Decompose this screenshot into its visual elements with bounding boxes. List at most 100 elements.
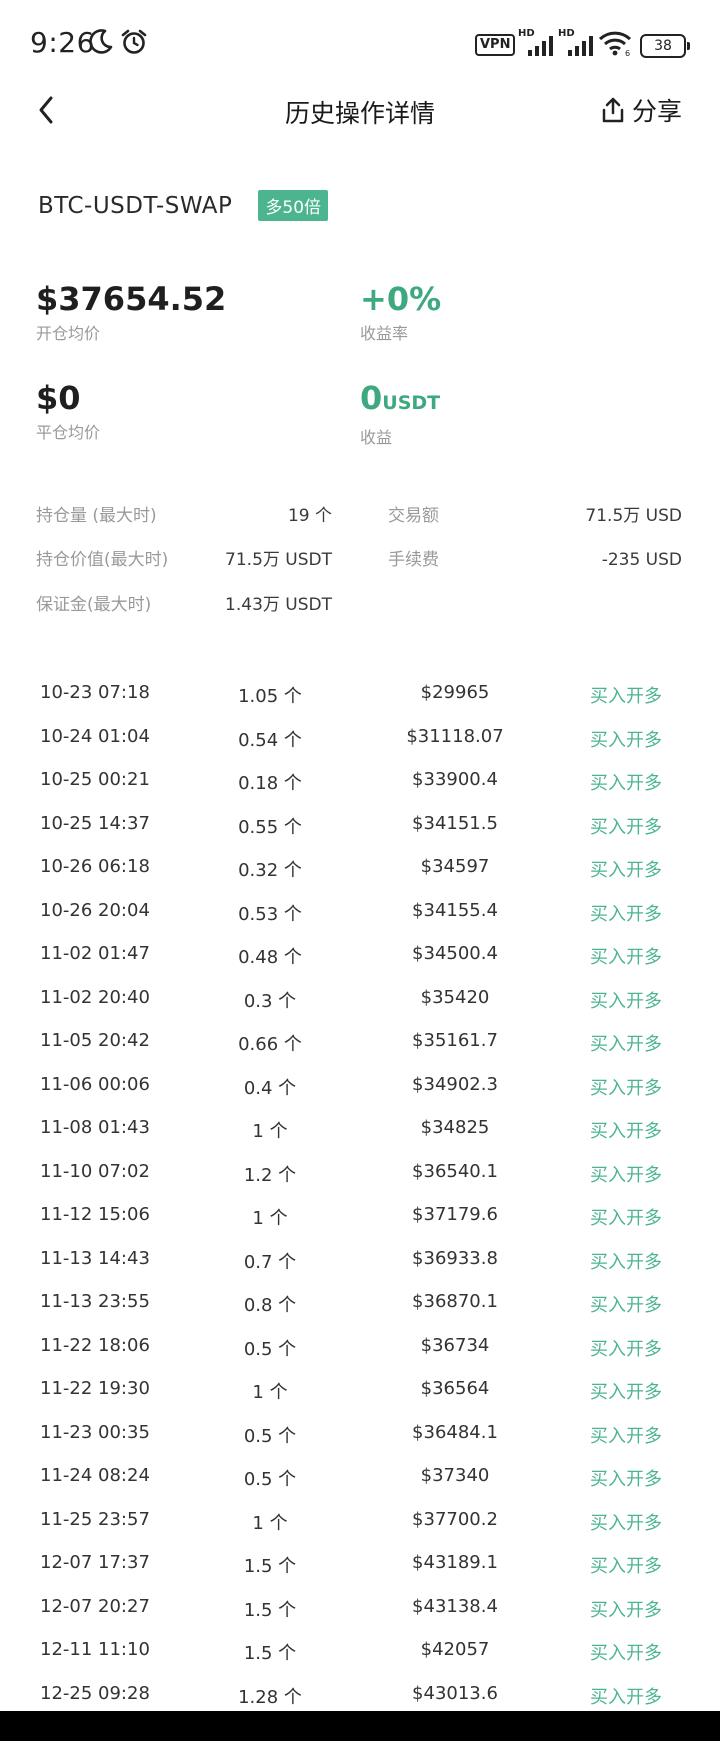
leverage-badge: 多50倍 [258,190,329,221]
record-price: $35161.7 [412,1030,498,1051]
table-row: 10-25 14:37 0.55 个 $34151.5 买入开多 [0,805,720,849]
record-action: 买入开多 [590,816,662,838]
record-time: 11-13 23:55 [40,1291,150,1312]
share-icon [602,97,624,123]
record-price: $34500.4 [412,943,498,964]
stat-value: 71.5万 USDT [225,550,332,570]
pnl-value: 0USDT [360,379,440,422]
record-price: $43013.6 [412,1682,498,1704]
table-row: 10-26 06:18 0.32 个 $34597 买入开多 [0,848,720,892]
avg-open-price-value: $37654.52 [36,280,227,318]
record-price: $36540.1 [412,1160,498,1182]
record-time: 10-25 14:37 [40,812,150,834]
table-row: 10-24 01:04 0.54 个 $31118.07 买入开多 [0,718,720,762]
pnl: 0USDT 收益 [360,379,440,448]
table-row: 11-02 01:47 0.48 个 $34500.4 买入开多 [0,935,720,979]
share-label: 分享 [631,97,682,126]
record-quantity: 1.5 个 [243,1556,297,1577]
record-quantity: 1.05 个 [238,686,302,707]
share-button[interactable]: 分享 [600,92,682,128]
record-quantity: 0.5 个 [243,1425,297,1447]
record-price: $35420 [420,986,490,1008]
table-row: 11-23 00:35 0.5 个 $36484.1 买入开多 [0,1414,720,1458]
record-time: 10-25 00:21 [40,769,150,790]
record-action: 买入开多 [590,990,662,1012]
record-action: 买入开多 [590,1034,662,1055]
table-row: 10-26 20:04 0.53 个 $34155.4 买入开多 [0,892,720,936]
record-price: $29965 [420,682,490,703]
record-time: 11-02 20:40 [40,986,150,1008]
record-action: 买入开多 [590,1077,662,1099]
record-price: $36564 [420,1378,490,1399]
stat-value: 19 个 [287,506,332,526]
table-row: 11-10 07:02 1.2 个 $36540.1 买入开多 [0,1153,720,1197]
record-time: 11-06 00:06 [40,1073,150,1095]
record-price: $36933.8 [412,1247,498,1269]
record-time: 10-26 20:04 [40,899,150,921]
vpn-badge: VPN [475,34,516,56]
record-quantity: 0.8 个 [243,1295,297,1316]
record-action: 买入开多 [590,1382,662,1403]
record-price: $36734 [420,1334,490,1356]
table-row: 12-11 11:10 1.5 个 $42057 买入开多 [0,1631,720,1675]
record-time: 10-24 01:04 [40,725,150,747]
record-time: 11-22 19:30 [40,1378,150,1399]
record-price: $36870.1 [412,1291,498,1312]
stat-label: 持仓量 (最大时) [36,506,157,526]
record-action: 买入开多 [590,1599,662,1621]
record-quantity: 1 个 [252,1121,288,1142]
table-row: 11-02 20:40 0.3 个 $35420 买入开多 [0,979,720,1023]
stat-trade-volume: 交易额 71.5万 USD [388,504,682,528]
wifi-icon: 6 [598,31,632,56]
record-price: $34825 [420,1117,490,1138]
record-quantity: 0.4 个 [243,1077,297,1099]
stat-max-margin: 保证金(最大时) 1.43万 USDT [36,593,332,617]
record-action: 买入开多 [590,1556,662,1577]
record-action: 买入开多 [590,1425,662,1447]
stat-fees: 手续费 -235 USD [388,548,682,572]
record-quantity: 1.5 个 [243,1643,297,1664]
record-price: $34902.3 [412,1073,498,1095]
table-row: 12-07 20:27 1.5 个 $43138.4 买入开多 [0,1588,720,1632]
record-quantity: 0.32 个 [238,860,302,881]
record-action: 买入开多 [590,1208,662,1229]
table-row: 11-22 19:30 1 个 $36564 买入开多 [0,1370,720,1414]
nav-bar: 历史操作详情 分享 [0,88,720,134]
stat-label: 持仓价值(最大时) [36,550,169,570]
record-action: 买入开多 [590,1643,662,1664]
record-action: 买入开多 [590,1164,662,1186]
avg-open-price: $37654.52 开仓均价 [36,280,226,344]
record-action: 买入开多 [590,1295,662,1316]
stat-value: 71.5万 USD [585,506,682,526]
table-row: 12-07 17:37 1.5 个 $43189.1 买入开多 [0,1544,720,1588]
record-action: 买入开多 [590,903,662,925]
avg-close-price: $0 平仓均价 [36,379,100,443]
record-time: 12-11 11:10 [40,1639,150,1660]
record-action: 买入开多 [590,1469,662,1490]
stat-label: 手续费 [388,550,439,570]
table-row: 11-13 14:43 0.7 个 $36933.8 买入开多 [0,1240,720,1284]
record-quantity: 0.55 个 [238,816,302,838]
record-quantity: 1.28 个 [238,1686,302,1708]
record-price: $34151.5 [412,812,498,834]
record-time: 12-07 20:27 [40,1595,150,1617]
record-price: $43138.4 [412,1595,498,1617]
table-row: 11-12 15:06 1 个 $37179.6 买入开多 [0,1196,720,1240]
record-action: 买入开多 [590,686,662,707]
record-time: 10-26 06:18 [40,856,150,877]
record-quantity: 1 个 [252,1208,288,1229]
record-quantity: 0.7 个 [243,1251,297,1273]
record-quantity: 0.18 个 [238,773,302,794]
record-quantity: 0.66 个 [238,1034,302,1055]
moon-icon [89,29,113,54]
return-rate: +0% 收益率 [360,280,441,344]
wifi-sub-label: 6 [625,49,630,56]
table-row: 11-05 20:42 0.66 个 $35161.7 买入开多 [0,1022,720,1066]
battery-indicator: 38 [640,34,690,58]
record-quantity: 0.54 个 [238,729,302,751]
symbol-row: BTC-USDT-SWAP 多50倍 [38,190,329,221]
record-action: 买入开多 [590,947,662,968]
table-row: 11-13 23:55 0.8 个 $36870.1 买入开多 [0,1283,720,1327]
stat-value: -235 USD [601,550,682,570]
status-bar: 9:26 VPN HD HD 6 38 [0,0,720,92]
